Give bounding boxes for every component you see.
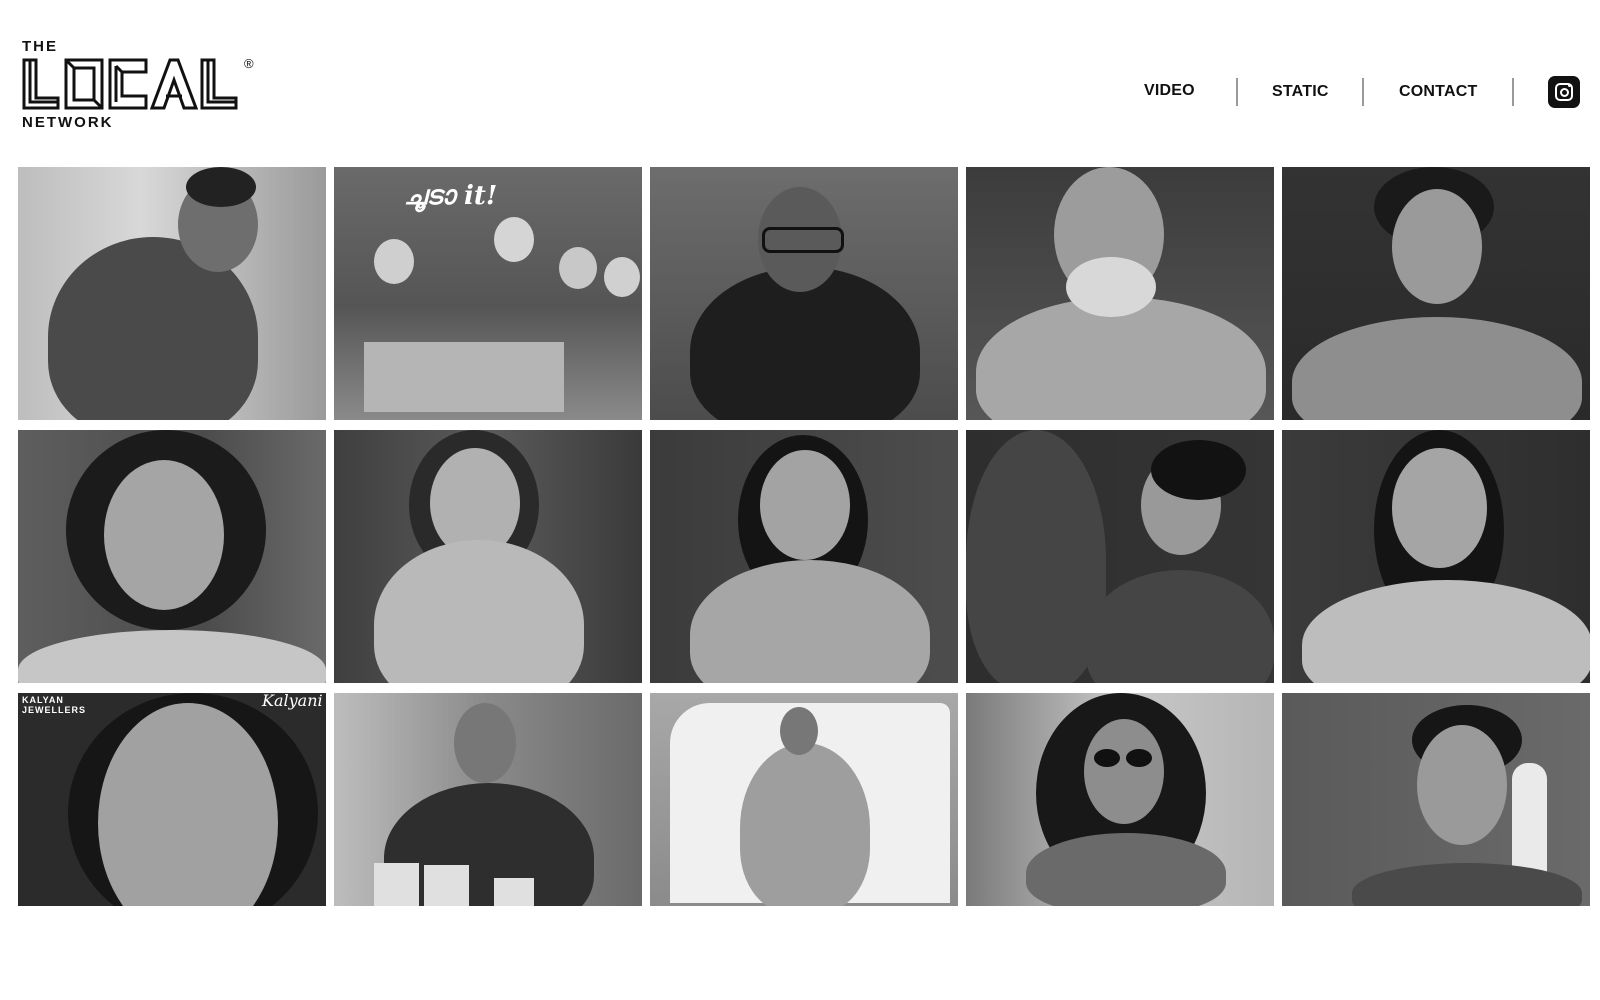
- nav-static[interactable]: STATIC: [1272, 83, 1329, 101]
- gallery-tile[interactable]: [966, 167, 1274, 420]
- gallery-tile[interactable]: [650, 167, 958, 420]
- tile-overlay-text: ചൂടാ it!: [404, 181, 498, 211]
- tile-overlay-text: Kalyani: [262, 693, 323, 710]
- gallery-tile[interactable]: [334, 693, 642, 906]
- logo-top-text: THE: [22, 38, 58, 55]
- registered-mark: ®: [244, 56, 254, 71]
- gallery-tile[interactable]: [650, 693, 958, 906]
- gallery-tile[interactable]: [650, 430, 958, 683]
- gallery-tile[interactable]: ചൂടാ it!: [334, 167, 642, 420]
- tile-brand-mark: KALYAN JEWELLERS: [22, 695, 87, 715]
- instagram-icon[interactable]: [1548, 76, 1580, 108]
- gallery-tile[interactable]: [1282, 167, 1590, 420]
- nav-separator: [1362, 78, 1364, 106]
- nav-separator: [1512, 78, 1514, 106]
- gallery-tile[interactable]: [966, 693, 1274, 906]
- site-header: THE ® NETWORK VIDEO STATIC CONTACT: [0, 0, 1600, 160]
- main-nav: VIDEO STATIC CONTACT: [1040, 76, 1600, 108]
- nav-contact[interactable]: CONTACT: [1399, 83, 1477, 101]
- gallery-tile[interactable]: [966, 430, 1274, 683]
- gallery-tile[interactable]: [18, 430, 326, 683]
- nav-separator: [1236, 78, 1238, 106]
- gallery-tile[interactable]: KALYAN JEWELLERS Kalyani: [18, 693, 326, 906]
- logo[interactable]: THE ® NETWORK: [20, 36, 254, 136]
- gallery-tile[interactable]: [18, 167, 326, 420]
- logo-bottom-text: NETWORK: [22, 114, 114, 131]
- gallery-tile[interactable]: [1282, 430, 1590, 683]
- gallery-tile[interactable]: [334, 430, 642, 683]
- nav-video[interactable]: VIDEO: [1144, 82, 1195, 100]
- gallery-tile[interactable]: [1282, 693, 1590, 906]
- logo-wordmark-icon: [22, 58, 238, 110]
